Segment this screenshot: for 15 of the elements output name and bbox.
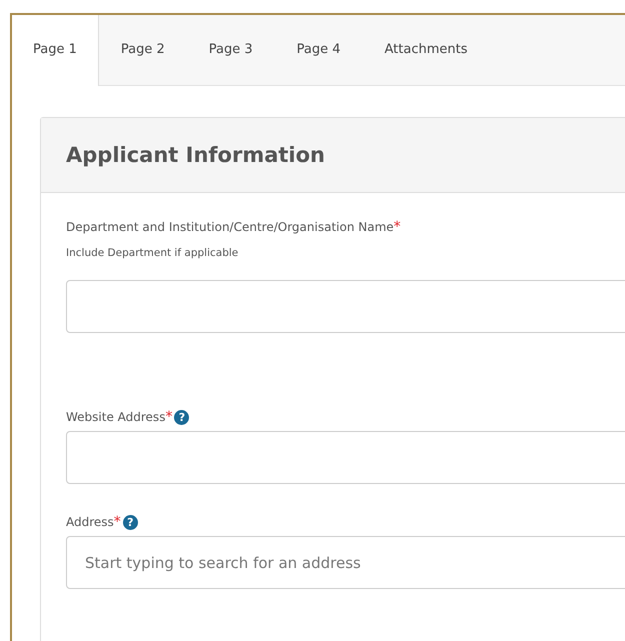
input-field[interactable] [66, 431, 625, 484]
help-icon[interactable]: ? [122, 514, 138, 530]
field-hint: Include Department if applicable [66, 247, 240, 259]
field-label: Website Address* [66, 409, 172, 425]
input-field[interactable]: Start typing to search for an address [66, 536, 625, 589]
tab[interactable]: Page 2 [98, 15, 187, 85]
input-field[interactable] [66, 280, 625, 333]
help-icon[interactable]: ? [174, 410, 190, 424]
tab[interactable]: Page 4 [274, 15, 362, 85]
field-label: Department and Institution/Centre/Organisation Name* [66, 219, 401, 235]
tab[interactable]: Page 3 [186, 15, 275, 85]
tab[interactable]: Page 1 [12, 15, 99, 86]
field-label: Address* [66, 514, 121, 530]
tab[interactable]: Attachments [362, 15, 490, 85]
panel-title: Applicant Information [66, 143, 325, 167]
